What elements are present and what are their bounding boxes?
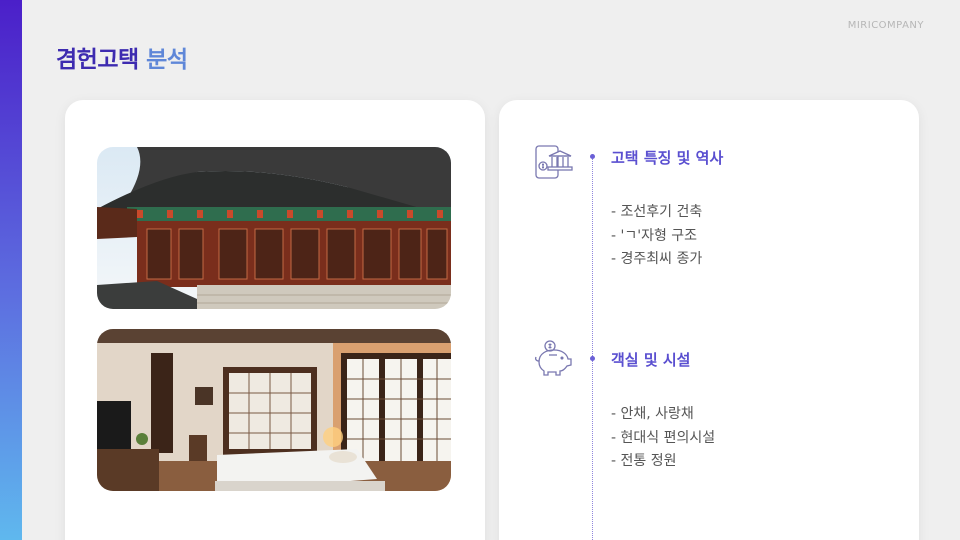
timeline-dot	[590, 356, 595, 361]
list-item: - 전통 정원	[611, 453, 677, 469]
timeline-dot	[590, 154, 595, 159]
brand-label: MIRICOMPANY	[847, 20, 924, 31]
history-list: - 조선후기 건축 - 'ㄱ'자형 구조 - 경주최씨 종가	[611, 201, 702, 272]
list-item: - 조선후기 건축	[611, 204, 703, 220]
list-item: - 'ㄱ'자형 구조	[611, 227, 698, 244]
hanok-bedroom-photo	[97, 329, 451, 491]
title-part-2: 분석	[146, 47, 188, 73]
list-item: - 경주최씨 종가	[611, 251, 703, 267]
section-heading-history: 고택 특징 및 역사	[611, 149, 724, 167]
piggy-bank-icon	[533, 338, 573, 378]
timeline-line	[592, 156, 593, 540]
title-part-1: 겸헌고택	[56, 47, 139, 73]
list-item: - 안채, 사랑채	[611, 406, 694, 422]
section-heading-rooms: 객실 및 시설	[611, 351, 691, 369]
bank-icon	[533, 142, 573, 182]
info-card: 고택 특징 및 역사 - 조선후기 건축 - 'ㄱ'자형 구조 - 경주최씨 종…	[499, 100, 919, 540]
page-title: 겸헌고택 분석	[56, 40, 188, 74]
slide: MIRICOMPANY 겸헌고택 분석 고택 특징 및 역사 - 조선후기 건축…	[0, 0, 960, 540]
hanok-exterior-photo	[97, 147, 451, 309]
side-accent-bar	[0, 0, 22, 540]
list-item: - 현대식 편의시설	[611, 429, 716, 446]
photo-card	[65, 100, 485, 540]
rooms-list: - 안채, 사랑채 - 현대식 편의시설 - 전통 정원	[611, 403, 715, 474]
